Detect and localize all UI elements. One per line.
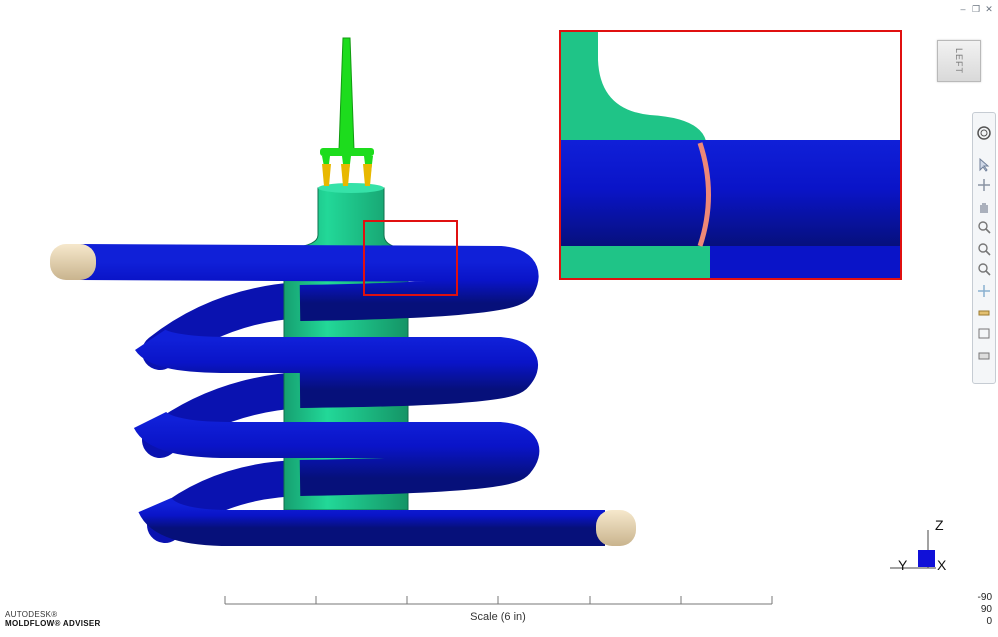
readout-value-2: 90 bbox=[980, 604, 992, 615]
scale-bar bbox=[224, 596, 773, 605]
feed-system[interactable] bbox=[320, 37, 374, 186]
readout-value-1: -90 bbox=[977, 592, 992, 603]
view-cube[interactable]: LEFT bbox=[937, 40, 981, 82]
zoom-inset bbox=[559, 30, 902, 280]
navigation-bar bbox=[972, 112, 996, 384]
window-controls: – ❐ ✕ bbox=[958, 4, 994, 14]
close-icon[interactable]: ✕ bbox=[984, 4, 994, 14]
triad-y-label: Y bbox=[898, 557, 908, 573]
coil-back-segments bbox=[142, 282, 318, 543]
brand-logo: AUTODESK® MOLDFLOW® ADVISER bbox=[5, 610, 101, 628]
zoom-extents-icon[interactable] bbox=[976, 261, 992, 277]
view-cube-face-label: LEFT bbox=[953, 47, 964, 75]
readout-value-3: 0 bbox=[986, 616, 992, 627]
end-cap-left bbox=[50, 244, 96, 280]
restore-icon[interactable]: ❐ bbox=[971, 4, 981, 14]
axis-triad bbox=[890, 530, 936, 569]
zoom-icon[interactable] bbox=[976, 219, 992, 235]
model-viewport[interactable]: – ❐ ✕ LEFT AUTODESK® MOLDFLOW® ADVISER S… bbox=[0, 0, 998, 632]
scale-label: Scale (6 in) bbox=[470, 611, 526, 623]
zoom-window-icon[interactable] bbox=[976, 241, 992, 257]
end-cap-right bbox=[596, 510, 636, 546]
brand-line-2: MOLDFLOW® ADVISER bbox=[5, 619, 101, 628]
orbit-icon[interactable] bbox=[976, 177, 992, 193]
print-icon[interactable] bbox=[976, 347, 992, 363]
pan-icon[interactable] bbox=[976, 199, 992, 215]
model-canvas[interactable] bbox=[0, 0, 998, 632]
triad-z-label: Z bbox=[935, 517, 944, 533]
minimize-icon[interactable]: – bbox=[958, 4, 968, 14]
rotation-readout: -90 90 0 bbox=[978, 592, 992, 628]
brand-line-1: AUTODESK® bbox=[5, 610, 58, 619]
select-icon[interactable] bbox=[976, 157, 992, 173]
steering-wheel-icon[interactable] bbox=[976, 125, 992, 141]
section-icon[interactable] bbox=[976, 305, 992, 321]
center-icon[interactable] bbox=[976, 283, 992, 299]
triad-x-label: X bbox=[937, 557, 947, 573]
view-icon[interactable] bbox=[976, 325, 992, 341]
